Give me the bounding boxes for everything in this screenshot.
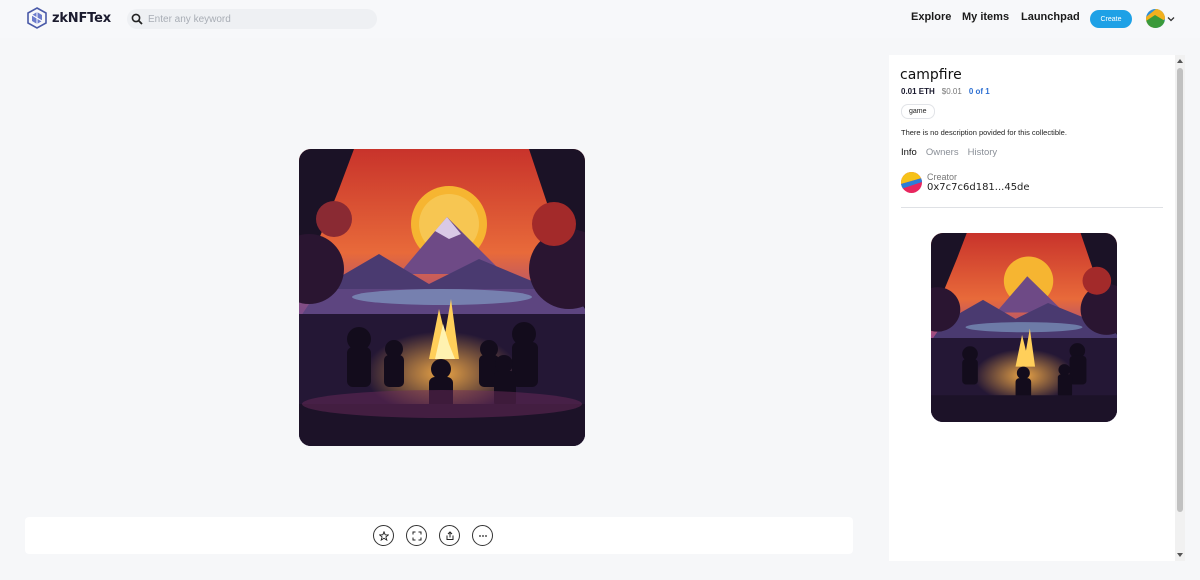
- supply-count[interactable]: 0 of 1: [969, 87, 990, 96]
- creator-avatar[interactable]: [901, 172, 922, 193]
- search-icon: [131, 13, 143, 25]
- creator-label: Creator: [927, 172, 958, 182]
- price-row: 0.01 ETH $0.01 0 of 1: [901, 87, 990, 96]
- item-title: campfire: [900, 67, 962, 83]
- scroll-down-arrow-icon[interactable]: [1177, 553, 1183, 557]
- tab-history[interactable]: History: [968, 147, 998, 158]
- tab-owners[interactable]: Owners: [926, 147, 959, 158]
- category-tag[interactable]: game: [901, 104, 935, 119]
- scroll-thumb[interactable]: [1177, 68, 1183, 512]
- fullscreen-button[interactable]: [406, 525, 427, 546]
- favorite-button[interactable]: [373, 525, 394, 546]
- creator-address[interactable]: 0x7c7c6d181...45de: [927, 182, 1030, 193]
- more-icon: [478, 534, 487, 537]
- logo-icon: [27, 7, 47, 29]
- campfire-thumbnail-artwork: [931, 233, 1117, 422]
- artwork-action-bar: [25, 517, 853, 554]
- search-input[interactable]: [148, 13, 368, 25]
- more-options-button[interactable]: [472, 525, 493, 546]
- scroll-up-arrow-icon[interactable]: [1177, 59, 1183, 63]
- detail-tabs: Info Owners History: [901, 147, 997, 158]
- tab-info[interactable]: Info: [901, 147, 917, 158]
- account-menu[interactable]: [1146, 9, 1175, 28]
- brand-name: zkNFTex: [52, 10, 111, 26]
- nav-explore[interactable]: Explore: [911, 11, 951, 23]
- nft-thumbnail[interactable]: [931, 233, 1117, 422]
- price-eth: 0.01 ETH: [901, 87, 935, 96]
- divider: [901, 207, 1163, 208]
- chevron-down-icon[interactable]: [1167, 15, 1175, 23]
- star-icon: [378, 530, 389, 541]
- brand-logo[interactable]: zkNFTex: [26, 7, 111, 29]
- create-button[interactable]: Create: [1090, 10, 1132, 28]
- item-details-panel: campfire 0.01 ETH $0.01 0 of 1 game Ther…: [889, 55, 1175, 561]
- search-bar[interactable]: [127, 9, 377, 29]
- price-usd: $0.01: [941, 87, 962, 96]
- item-description: There is no description povided for this…: [901, 128, 1067, 137]
- campfire-artwork: [299, 149, 585, 446]
- nav-launchpad[interactable]: Launchpad: [1021, 11, 1080, 23]
- top-header: zkNFTex Explore My items Launchpad Creat…: [0, 0, 1200, 38]
- nft-main-image[interactable]: [299, 149, 585, 446]
- share-icon: [446, 530, 453, 540]
- fullscreen-icon: [412, 531, 421, 540]
- panel-scrollbar[interactable]: [1175, 55, 1185, 561]
- creator-info[interactable]: Creator 0x7c7c6d181...45de: [901, 172, 1030, 193]
- user-avatar[interactable]: [1146, 9, 1165, 28]
- share-button[interactable]: [439, 525, 460, 546]
- nav-my-items[interactable]: My items: [962, 11, 1009, 23]
